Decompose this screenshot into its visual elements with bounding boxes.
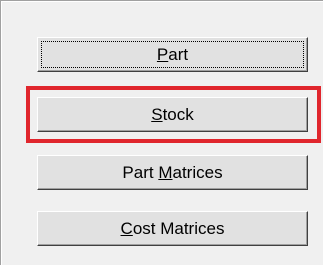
- part-button[interactable]: Part: [37, 37, 308, 72]
- part-matrices-button[interactable]: Part Matrices: [37, 155, 308, 190]
- stock-button-accesskey: S: [151, 104, 163, 124]
- part-matrices-button-accesskey: M: [158, 162, 173, 182]
- cost-matrices-button[interactable]: Cost Matrices: [37, 211, 308, 246]
- stock-button-label: Stock: [151, 104, 194, 124]
- panel-edge-left-highlight: [1, 0, 2, 265]
- cost-matrices-button-accesskey: C: [120, 218, 133, 238]
- cost-matrices-button-label: Cost Matrices: [120, 218, 225, 238]
- stock-button[interactable]: Stock: [37, 97, 308, 132]
- options-panel: Part Stock Part Matrices Cost Matrices: [0, 0, 323, 265]
- part-button-accesskey: P: [156, 44, 169, 64]
- panel-edge-top-highlight: [1, 1, 323, 2]
- part-matrices-button-label: Part Matrices: [122, 162, 223, 182]
- part-button-label: Part: [156, 44, 189, 64]
